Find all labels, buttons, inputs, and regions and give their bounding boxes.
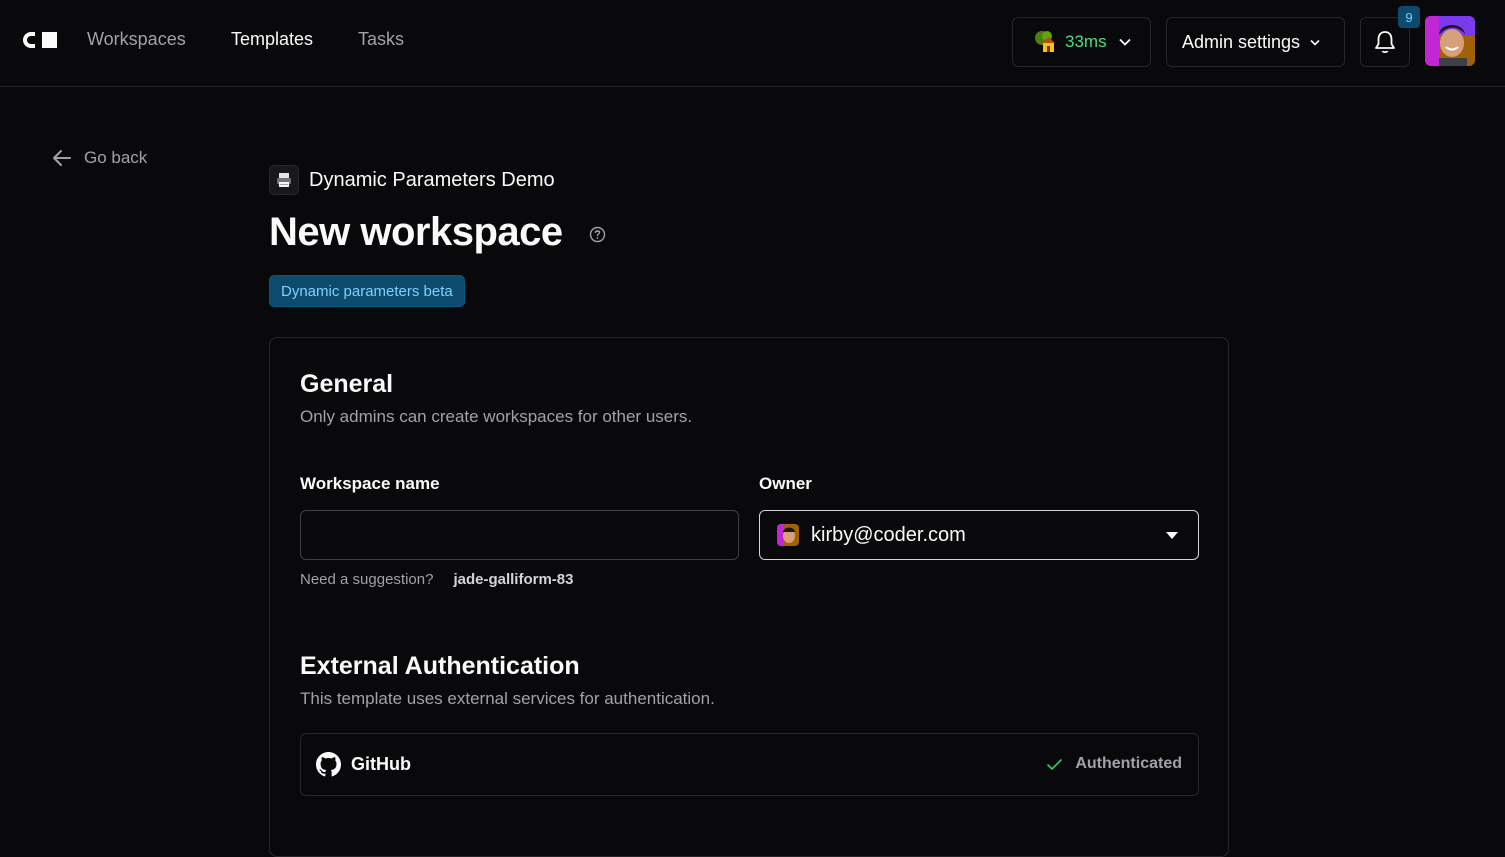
nav-tasks[interactable]: Tasks [358,29,404,50]
nav-templates[interactable]: Templates [231,29,313,50]
owner-label: Owner [759,474,812,493]
chevron-down-icon [1310,39,1320,46]
suggestion-prompt: Need a suggestion? [300,571,434,588]
github-icon [316,752,341,777]
beta-badge[interactable]: Dynamic parameters beta [269,275,465,307]
nav-workspaces[interactable]: Workspaces [87,29,186,50]
region-icon [1035,31,1055,52]
provider-name: GitHub [351,754,411,774]
arrow-left-icon [53,150,71,166]
help-circle-icon[interactable] [589,226,606,243]
owner-value: kirby@coder.com [811,523,966,546]
admin-settings-button[interactable]: Admin settings [1166,17,1345,67]
template-info: Dynamic Parameters Demo [269,165,555,195]
top-navbar: Workspaces Templates Tasks 33ms Admin se… [0,0,1505,87]
external-auth-provider-github: GitHub Authenticated [300,733,1199,796]
coder-logo-icon[interactable] [22,30,58,50]
owner-avatar [777,524,799,546]
bell-icon [1375,31,1395,54]
template-icon [269,165,299,195]
workspace-name-label: Workspace name [300,474,440,493]
go-back-label: Go back [84,148,148,167]
auth-status-label: Authenticated [1075,755,1182,772]
template-name: Dynamic Parameters Demo [309,168,555,191]
auth-status: Authenticated [1046,755,1182,773]
latency-value: 33ms [1065,32,1107,51]
user-avatar[interactable] [1425,16,1475,66]
name-suggestion: Need a suggestion? jade-galliform-83 [300,571,573,588]
general-section-title: General [300,370,394,398]
admin-settings-label: Admin settings [1182,31,1301,52]
create-workspace-form: General Only admins can create workspace… [269,337,1229,857]
check-icon [1047,758,1063,770]
owner-select[interactable]: kirby@coder.com [759,510,1199,560]
latency-button[interactable]: 33ms [1012,17,1151,67]
external-auth-section-description: This template uses external services for… [300,689,715,708]
caret-down-icon [1166,532,1178,539]
general-section-description: Only admins can create workspaces for ot… [300,407,693,426]
notification-count-badge: 9 [1398,6,1420,28]
go-back-link[interactable]: Go back [52,148,147,168]
page-title: New workspace [269,210,563,254]
chevron-down-icon [1118,38,1131,46]
suggested-name-button[interactable]: jade-galliform-83 [453,571,573,588]
workspace-name-input[interactable] [300,510,739,560]
external-auth-section-title: External Authentication [300,652,580,680]
